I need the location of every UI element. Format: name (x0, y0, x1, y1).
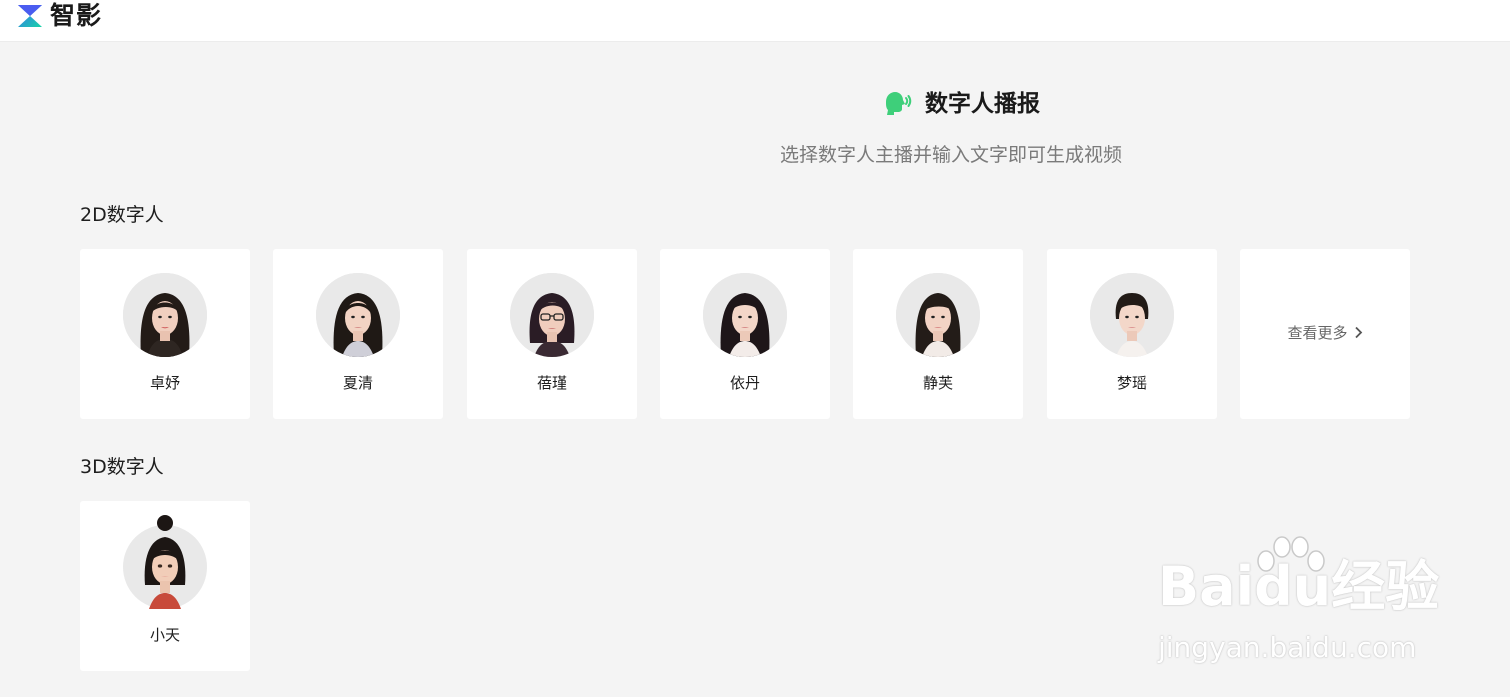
avatar-name: 蓓瑾 (536, 374, 567, 392)
avatar (123, 273, 207, 357)
avatar-card[interactable]: 依丹 (660, 249, 830, 419)
section-title-3d: 3D数字人 (80, 456, 164, 478)
avatar-card[interactable]: 静芙 (853, 249, 1023, 419)
section-title-2d: 2D数字人 (80, 204, 164, 226)
avatar-card[interactable]: 梦瑶 (1047, 249, 1217, 419)
page-title: 数字人播报 (925, 91, 1040, 117)
z-logo-icon[interactable] (16, 3, 44, 29)
avatar (316, 273, 400, 357)
avatar (510, 273, 594, 357)
avatar-name: 依丹 (729, 374, 760, 392)
avatar-card[interactable]: 小天 (80, 501, 250, 671)
avatar-name: 静芙 (922, 374, 953, 392)
avatar-card[interactable]: 蓓瑾 (467, 249, 637, 419)
view-more-link[interactable]: 查看更多 (1240, 323, 1410, 343)
avatar-name: 卓妤 (149, 374, 180, 392)
watermark-brand: Baidu经验 (1158, 555, 1440, 618)
avatar-name: 梦瑶 (1116, 374, 1147, 392)
view-more-label: 查看更多 (1287, 324, 1348, 342)
app-logo-text[interactable]: 智影 (50, 0, 102, 32)
avatar-card[interactable]: 卓妤 (80, 249, 250, 419)
avatar (123, 515, 207, 609)
avatar-name: 小天 (149, 626, 180, 644)
page-subtitle: 选择数字人主播并输入文字即可生成视频 (780, 144, 1123, 166)
avatar (1090, 273, 1174, 357)
avatar-name: 夏清 (342, 374, 373, 392)
chevron-right-icon (1354, 326, 1362, 339)
baidu-watermark: Baidu经验 jingyan.baidu.com (1150, 535, 1440, 670)
talking-head-icon (886, 92, 912, 115)
avatar (703, 273, 787, 357)
avatar-card[interactable]: 夏清 (273, 249, 443, 419)
view-more-card[interactable]: 查看更多 (1240, 249, 1410, 419)
top-bar: 智影 (0, 0, 1510, 42)
avatar (896, 273, 980, 357)
watermark-url: jingyan.baidu.com (1158, 631, 1417, 664)
